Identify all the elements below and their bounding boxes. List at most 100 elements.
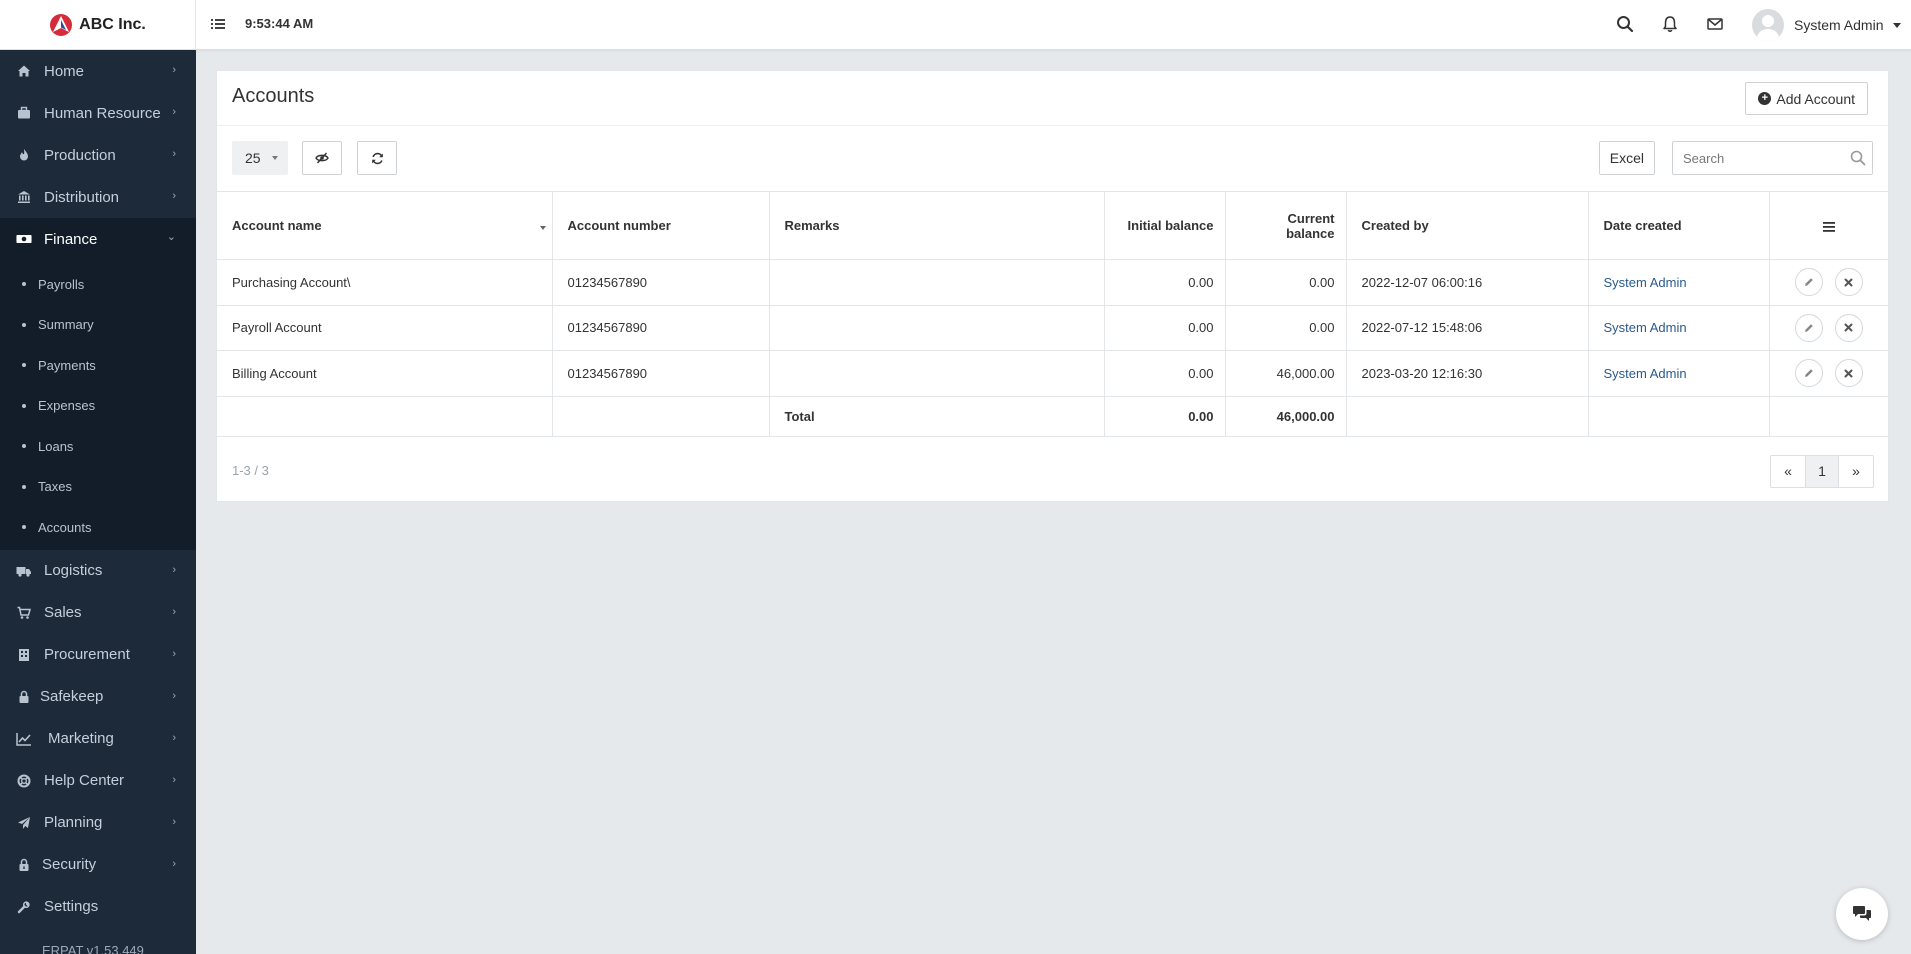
cell-actions <box>1768 304 1888 351</box>
cell-date-created: System Admin <box>1587 350 1770 397</box>
sidebar-item-label: Home <box>44 62 85 80</box>
chat-button[interactable] <box>1836 888 1888 940</box>
sidebar-subitem-payrolls[interactable]: Payrolls <box>0 264 196 305</box>
search-field[interactable] <box>1672 141 1873 175</box>
sidebar-item-sales[interactable]: Sales › <box>0 592 196 634</box>
table-toolbar: 25 Excel <box>217 126 1888 191</box>
sidebar-item-safekeep[interactable]: Safekeep › <box>0 676 196 718</box>
sidebar-item-label: Finance <box>44 230 98 248</box>
chevron-down-icon <box>272 156 278 160</box>
sidebar-subitem-payments[interactable]: Payments <box>0 345 196 386</box>
briefcase-icon <box>16 105 32 121</box>
col-header-current-balance[interactable]: Current balance <box>1224 191 1347 260</box>
add-account-label: Add Account <box>1776 90 1855 107</box>
chevron-right-icon: › <box>172 605 176 618</box>
toggle-columns-button[interactable] <box>302 141 342 175</box>
brand-logo-icon <box>50 14 73 36</box>
cell-account-name: Purchasing Account\ <box>217 259 553 306</box>
sidebar-item-settings[interactable]: Settings <box>0 886 196 928</box>
bank-icon <box>16 189 32 205</box>
sidebar-item-marketing[interactable]: Marketing › <box>0 718 196 760</box>
search-icon[interactable] <box>1850 150 1866 166</box>
col-header-date-created[interactable]: Date created <box>1587 191 1770 260</box>
chevron-right-icon: › <box>172 148 176 160</box>
hamburger-menu-icon <box>1822 221 1835 232</box>
close-icon <box>1844 369 1853 378</box>
refresh-button[interactable] <box>357 141 397 175</box>
chevron-right-icon: › <box>172 106 176 118</box>
accounts-card: Accounts + Add Account 25 Excel Search A… <box>216 70 1889 502</box>
brand-name: ABC Inc. <box>79 16 146 33</box>
sidebar-item-distribution[interactable]: Distribution › <box>0 176 196 218</box>
page-size-value: 25 <box>245 150 261 166</box>
user-link[interactable]: System Admin <box>1604 320 1687 335</box>
edit-button[interactable] <box>1794 359 1823 388</box>
cell-empty <box>217 395 553 437</box>
chevron-right-icon: › <box>172 815 176 828</box>
money-icon <box>16 231 32 247</box>
page-button-current[interactable]: 1 <box>1805 455 1839 487</box>
edit-button[interactable] <box>1794 268 1823 297</box>
search-icon[interactable] <box>1616 15 1634 33</box>
cell-actions <box>1768 259 1888 306</box>
sidebar-subitem-label: Payrolls <box>38 276 85 292</box>
search-input[interactable] <box>1673 142 1843 174</box>
excel-export-button[interactable]: Excel <box>1598 141 1655 175</box>
chevron-right-icon: › <box>172 190 176 202</box>
sidebar-item-security[interactable]: Security › <box>0 844 196 886</box>
cell-remarks <box>768 259 1105 306</box>
bell-icon[interactable] <box>1661 15 1679 33</box>
close-icon <box>1844 323 1853 332</box>
prev-page-button[interactable]: « <box>1771 456 1805 487</box>
user-menu[interactable]: System Admin <box>1752 9 1902 41</box>
sidebar-item-label: Security <box>42 856 97 873</box>
sidebar-item-production[interactable]: Production › <box>0 134 196 176</box>
home-icon <box>16 63 32 79</box>
chevron-right-icon: › <box>172 647 176 660</box>
user-link[interactable]: System Admin <box>1604 366 1687 381</box>
sidebar-item-help-center[interactable]: Help Center › <box>0 760 196 802</box>
edit-button[interactable] <box>1794 313 1823 342</box>
sidebar-subitem-accounts[interactable]: Accounts <box>0 507 196 548</box>
sidebar-item-label: Help Center <box>44 772 125 789</box>
truck-icon <box>16 563 32 579</box>
sidebar-item-procurement[interactable]: Procurement › <box>0 634 196 676</box>
next-page-button[interactable]: » <box>1839 456 1873 487</box>
user-link[interactable]: System Admin <box>1604 275 1687 290</box>
col-header-remarks[interactable]: Remarks <box>768 191 1105 260</box>
building-icon <box>16 647 32 663</box>
delete-button[interactable] <box>1834 268 1863 297</box>
padlock-icon <box>16 857 32 873</box>
menu-toggle-icon[interactable] <box>210 16 226 32</box>
sidebar-subitem-label: Payments <box>38 357 96 373</box>
table-footer: 1-3 / 3 « 1 » <box>217 437 1888 505</box>
col-header-account-number[interactable]: Account number <box>551 191 770 260</box>
cell-empty <box>1345 395 1589 437</box>
delete-button[interactable] <box>1834 313 1863 342</box>
envelope-icon[interactable] <box>1706 15 1724 33</box>
add-account-button[interactable]: + Add Account <box>1745 82 1868 115</box>
cell-account-name: Billing Account <box>217 350 553 397</box>
sidebar-subitem-summary[interactable]: Summary <box>0 305 196 346</box>
cell-remarks <box>768 304 1105 351</box>
sidebar-item-planning[interactable]: Planning › <box>0 802 196 844</box>
sidebar-subitem-taxes[interactable]: Taxes <box>0 467 196 508</box>
sidebar-item-human-resource[interactable]: Human Resource › <box>0 92 196 134</box>
page-size-select[interactable]: 25 <box>232 141 288 175</box>
sidebar-item-finance[interactable]: Finance ⌄ <box>0 218 196 260</box>
cell-date-created: System Admin <box>1587 259 1770 306</box>
chevron-right-icon: › <box>172 857 176 870</box>
cell-empty <box>1768 395 1888 437</box>
cell-empty <box>551 395 770 437</box>
sidebar-subitem-expenses[interactable]: Expenses <box>0 386 196 427</box>
col-header-initial-balance[interactable]: Initial balance <box>1103 191 1226 260</box>
sidebar-item-label: Sales <box>44 604 82 621</box>
delete-button[interactable] <box>1834 359 1863 388</box>
sidebar-item-logistics[interactable]: Logistics › <box>0 550 196 592</box>
col-header-actions[interactable] <box>1768 191 1888 260</box>
col-header-created-by[interactable]: Created by <box>1345 191 1589 260</box>
sidebar-item-home[interactable]: Home › <box>0 50 196 92</box>
col-header-account-name[interactable]: Account name <box>217 191 553 260</box>
brand[interactable]: ABC Inc. <box>0 0 196 50</box>
sidebar-subitem-loans[interactable]: Loans <box>0 426 196 467</box>
